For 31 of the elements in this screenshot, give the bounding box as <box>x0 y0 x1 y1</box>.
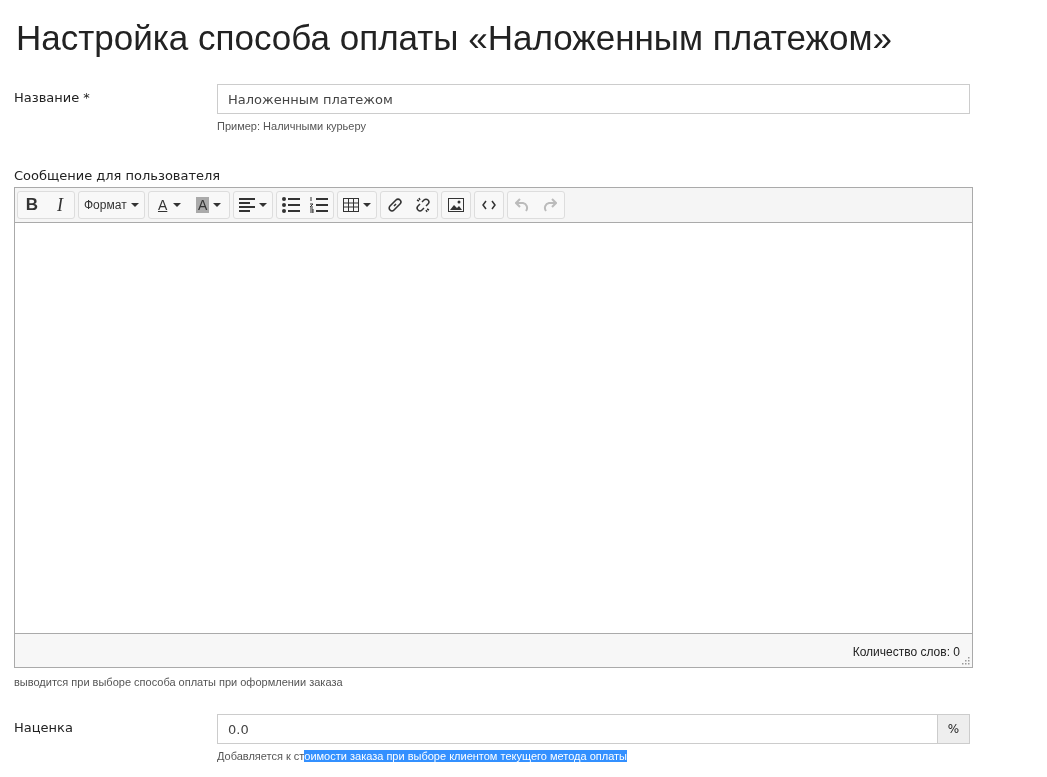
format-button[interactable]: Формат <box>79 192 144 218</box>
align-left-icon <box>238 198 255 212</box>
redo-icon <box>542 198 557 212</box>
caret-icon <box>213 203 222 207</box>
caret-icon <box>130 203 139 207</box>
bold-button[interactable]: B <box>18 192 46 218</box>
bullet-list-icon <box>281 197 300 213</box>
field-label: Наценка <box>14 719 74 737</box>
code-icon <box>481 200 496 210</box>
unlink-icon <box>414 197 431 213</box>
field-hint: Пример: Наличными курьеру <box>217 120 367 132</box>
input-field[interactable]: Наложенным платежом <box>217 84 970 114</box>
numbered-list-icon <box>309 197 328 213</box>
undo-icon <box>514 198 529 212</box>
caret-icon <box>362 203 371 207</box>
input-field[interactable]: 0.0 <box>217 714 938 744</box>
text-color-button[interactable]: A <box>148 192 189 218</box>
table-icon <box>342 198 359 212</box>
field-label: Сообщение для пользователя <box>14 167 222 183</box>
percent-addon: % <box>938 714 970 744</box>
image-icon <box>447 198 464 212</box>
word-count: Количество слов: 0 <box>852 645 960 659</box>
page-title: Настройка способа оплаты «Наложенным платежом» <box>16 18 893 58</box>
link-icon <box>386 197 403 213</box>
caret-icon <box>258 203 267 207</box>
field-label: Название * <box>14 89 91 107</box>
bg-color-button[interactable]: A <box>188 192 229 218</box>
italic-button[interactable]: I <box>46 192 74 218</box>
caret-icon <box>173 203 182 207</box>
resize-grip-icon[interactable] <box>962 657 970 665</box>
editor-hint: выводится при выборе способа оплаты при оформлении заказа <box>14 676 344 688</box>
